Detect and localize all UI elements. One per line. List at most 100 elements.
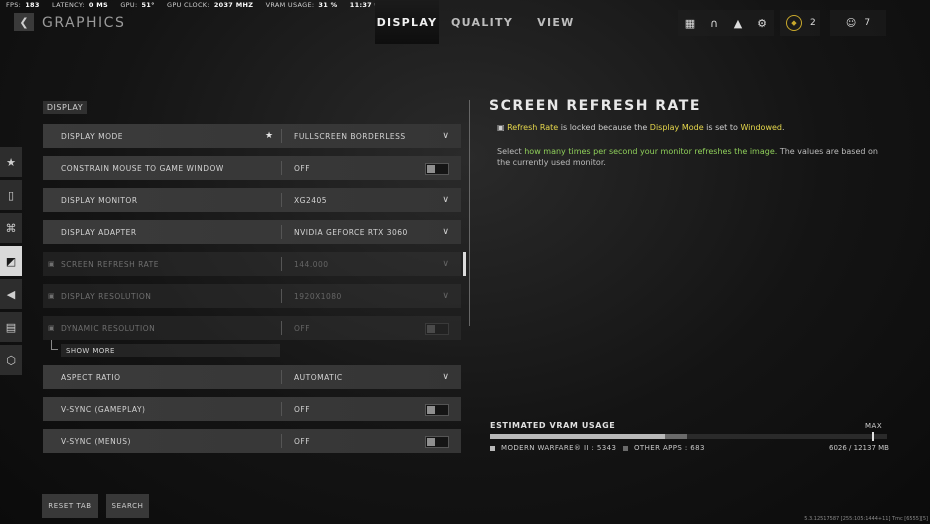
tab-view[interactable]: VIEW	[525, 0, 586, 44]
toggle-knob	[427, 325, 435, 333]
tree-branch	[51, 340, 58, 350]
legend-other: OTHER APPS : 683	[623, 444, 705, 452]
setting-vsync-gameplay[interactable]: V-SYNC (GAMEPLAY) OFF	[43, 397, 461, 421]
scrollbar[interactable]	[469, 100, 470, 326]
lock-text: is locked because the	[558, 123, 650, 132]
toggle-switch[interactable]	[425, 404, 449, 416]
chevron-down-icon[interactable]: ∨	[442, 195, 449, 205]
setting-value: 1920X1080	[294, 291, 342, 301]
toggle-switch	[425, 323, 449, 335]
lock-icon: ▣	[48, 324, 55, 332]
sidebar-item-mouse[interactable]: ▯	[0, 180, 22, 210]
vram-usage-value: 31 %	[318, 1, 338, 9]
lock-icon: ▣	[48, 292, 55, 300]
friends-button[interactable]: ☺ 7	[830, 10, 886, 36]
gear-icon[interactable]: ⚙	[750, 10, 774, 36]
setting-dynamic-resolution[interactable]: ▣ DYNAMIC RESOLUTION OFF	[43, 316, 461, 340]
setting-value: OFF	[294, 323, 311, 333]
lock-icon: ▣	[48, 260, 55, 268]
vram-usage-label: VRAM USAGE:	[265, 1, 315, 9]
lock-parent-value: Windowed	[740, 123, 782, 132]
sidebar-item-interface[interactable]: ▤	[0, 312, 22, 342]
toggle-switch[interactable]	[425, 163, 449, 175]
setting-value: 144.000	[294, 259, 329, 269]
setting-label: DISPLAY MONITOR	[61, 195, 138, 205]
toggle-switch[interactable]	[425, 436, 449, 448]
rank-icon: ◆	[786, 15, 802, 31]
chevron-down-icon: ∨	[442, 291, 449, 301]
setting-screen-refresh-rate[interactable]: ▣ SCREEN REFRESH RATE 144.000 ∨	[43, 252, 466, 276]
legend-game: MODERN WARFARE® II : 5343	[490, 444, 616, 452]
setting-value: NVIDIA GEFORCE RTX 3060	[294, 227, 408, 237]
chevron-down-icon[interactable]: ∨	[442, 372, 449, 382]
sidebar-item-favorites[interactable]: ★	[0, 147, 22, 177]
tab-quality[interactable]: QUALITY	[439, 0, 525, 44]
controller-icon: ⌘	[5, 221, 17, 235]
divider	[281, 161, 282, 175]
bell-icon[interactable]: ▲	[726, 10, 750, 36]
performance-overlay: FPS: 183 LATENCY: 0 MS GPU: 51° GPU CLOCK: 2…	[6, 1, 393, 9]
chevron-down-icon[interactable]: ∨	[442, 131, 449, 141]
favorite-star-icon[interactable]: ★	[265, 131, 273, 141]
setting-label: SCREEN REFRESH RATE	[61, 259, 159, 269]
player-rank[interactable]: ◆ 2	[780, 10, 820, 36]
divider	[281, 321, 282, 335]
latency-value: 0 MS	[88, 1, 108, 9]
tab-display[interactable]: DISPLAY	[375, 0, 439, 44]
chevron-left-icon: ❮	[19, 15, 29, 29]
setting-label: V-SYNC (GAMEPLAY)	[61, 404, 146, 414]
toggle-knob	[427, 165, 435, 173]
sidebar-item-network[interactable]: ⬡	[0, 345, 22, 375]
reset-tab-button[interactable]: RESET TAB	[42, 494, 98, 518]
lock-icon: ▣	[497, 123, 505, 132]
setting-vsync-menus[interactable]: V-SYNC (MENUS) OFF	[43, 429, 461, 453]
selection-indicator	[463, 252, 466, 276]
sidebar-item-audio[interactable]: ◀	[0, 279, 22, 309]
setting-value: OFF	[294, 436, 311, 446]
headset-icon[interactable]: ∩	[702, 10, 726, 36]
divider	[281, 193, 282, 207]
setting-label: DISPLAY MODE	[61, 131, 124, 141]
vram-bar-game	[490, 434, 665, 439]
setting-display-monitor[interactable]: DISPLAY MONITOR XG2405 ∨	[43, 188, 461, 212]
page-title: GRAPHICS	[42, 15, 126, 31]
show-more-button[interactable]: SHOW MORE	[61, 344, 280, 357]
setting-label: V-SYNC (MENUS)	[61, 436, 131, 446]
setting-value: FULLSCREEN BORDERLESS	[294, 131, 406, 141]
friends-count: 7	[864, 18, 871, 28]
sidebar-item-graphics[interactable]: ◩	[0, 246, 22, 276]
setting-label: CONSTRAIN MOUSE TO GAME WINDOW	[61, 163, 224, 173]
lock-notice: ▣ Refresh Rate is locked because the Dis…	[497, 123, 785, 132]
setting-display-resolution[interactable]: ▣ DISPLAY RESOLUTION 1920X1080 ∨	[43, 284, 461, 308]
legend-swatch	[490, 445, 495, 451]
legend-label: MODERN WARFARE® II : 5343	[501, 444, 617, 452]
gpu-clock-label: GPU CLOCK:	[167, 1, 210, 9]
mouse-icon: ▯	[7, 188, 15, 202]
fps-value: 183	[25, 1, 40, 9]
display-icon: ◩	[5, 254, 17, 268]
toggle-knob	[427, 438, 435, 446]
legend-swatch	[623, 445, 628, 451]
vram-bar-other	[665, 434, 687, 439]
lock-setting-name: Refresh Rate	[507, 123, 559, 132]
grid-icon[interactable]: ▦	[678, 10, 702, 36]
gpu-temp-label: GPU:	[120, 1, 138, 9]
settings-list: DISPLAY MODE ★ FULLSCREEN BORDERLESS ∨ C…	[43, 124, 466, 461]
divider	[281, 257, 282, 271]
setting-display-adapter[interactable]: DISPLAY ADAPTER NVIDIA GEFORCE RTX 3060 …	[43, 220, 461, 244]
sidebar-item-controller[interactable]: ⌘	[0, 213, 22, 243]
gpu-clock-value: 2037 MHZ	[213, 1, 254, 9]
chevron-down-icon[interactable]: ∨	[442, 227, 449, 237]
setting-aspect-ratio[interactable]: ASPECT RATIO AUTOMATIC ∨	[43, 365, 461, 389]
vram-title: ESTIMATED VRAM USAGE	[490, 421, 616, 430]
friends-icon: ☺	[845, 17, 857, 29]
setting-constrain-mouse[interactable]: CONSTRAIN MOUSE TO GAME WINDOW OFF	[43, 156, 461, 180]
setting-label: DISPLAY ADAPTER	[61, 227, 137, 237]
legend-label: OTHER APPS : 683	[634, 444, 705, 452]
setting-display-mode[interactable]: DISPLAY MODE ★ FULLSCREEN BORDERLESS ∨	[43, 124, 461, 148]
chevron-down-icon: ∨	[442, 259, 449, 269]
search-button[interactable]: SEARCH	[106, 494, 149, 518]
back-button[interactable]: ❮	[14, 13, 34, 31]
toggle-knob	[427, 406, 435, 414]
detail-description: Select how many times per second your mo…	[497, 146, 887, 168]
